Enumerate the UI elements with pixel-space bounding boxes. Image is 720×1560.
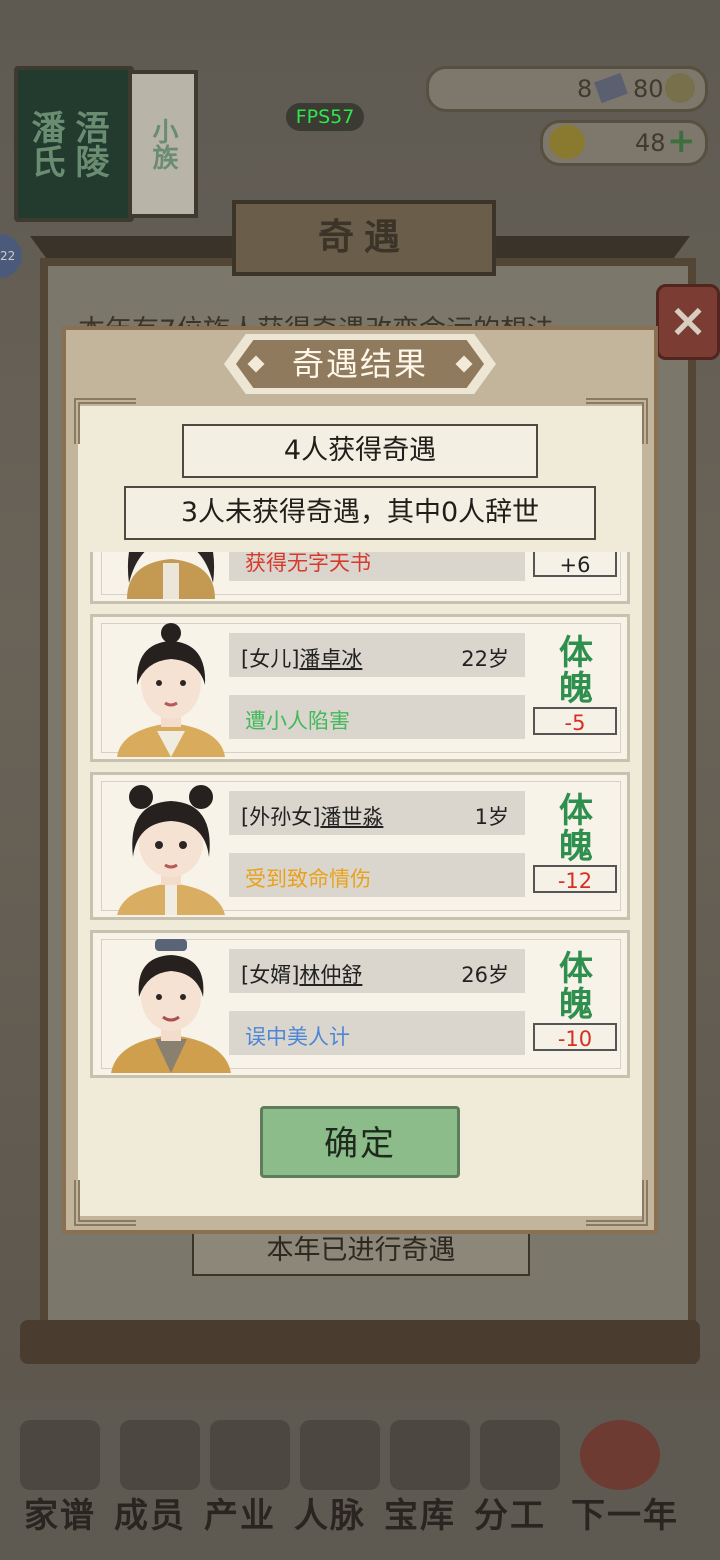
division-icon [480,1420,560,1490]
next-year-icon [580,1420,660,1490]
corner-ornament-tr [586,398,648,444]
stat-delta: -5 [533,707,617,735]
treasury-icon [390,1420,470,1490]
stat-label: 体魄 [559,633,593,709]
member-portrait [117,785,225,915]
close-button[interactable]: × [656,284,720,360]
silver-icon [594,72,628,104]
event-text: 获得无字天书 [245,552,371,575]
member-portrait [111,939,231,1073]
network-icon [300,1420,380,1490]
fps-counter: FPS57 [286,103,364,131]
coin-icon [665,73,695,103]
corner-ornament-tl [74,398,136,444]
coin-small-count: 8 [577,75,593,103]
nav-network[interactable]: 人脉 [280,1488,380,1537]
confirm-button[interactable]: 确定 [260,1106,460,1178]
stat-label: 体魄 [559,949,593,1025]
event-text: 遭小人陷害 [245,709,350,733]
name-label[interactable]: 潘卓冰 [299,647,362,671]
corner-ornament-bl [74,1180,136,1226]
result-card: [女儿]潘卓冰 22岁 遭小人陷害 体魄 -5 [90,614,630,762]
result-title: 奇遇结果 [291,345,428,383]
clan-rank-banner: 小族 [128,70,198,218]
age-label: 22岁 [461,647,509,671]
age-label: 26岁 [461,963,509,987]
name-label[interactable]: 林仲舒 [299,963,362,987]
nav-division[interactable]: 分工 [460,1488,560,1537]
banner-text-left: 浯陵 [69,110,109,178]
name-label[interactable]: 潘世淼 [320,805,383,829]
result-card: [女婿]林仲舒 26岁 误中美人计 体魄 -10 [90,930,630,1078]
relation-label: [女儿] [241,647,300,671]
not-gained-summary: 3人未获得奇遇，其中0人辞世 [124,486,596,540]
members-icon [120,1420,200,1490]
result-list[interactable]: 获得无字天书 +6 [女儿]潘卓冰 22岁 遭小人陷害 体魄 -5 [外孙女]潘… [86,552,634,1086]
result-card: 获得无字天书 +6 [90,552,630,604]
stat-delta: +6 [533,552,617,577]
stat-delta: -10 [533,1023,617,1051]
banner-text-mid: 潘氏 [25,110,65,178]
gold-count: 48 [635,129,666,157]
member-name[interactable]: [女婿]林仲舒 [241,959,362,989]
industry-icon [210,1420,290,1490]
currency-bar: 8 80 [426,66,708,112]
clan-banner: 浯陵 潘氏 [14,66,134,222]
nav-industry[interactable]: 产业 [190,1488,290,1537]
relation-label: [女婿] [241,963,300,987]
result-card: [外孙女]潘世淼 1岁 受到致命情伤 体魄 -12 [90,772,630,920]
gold-ingot-icon [549,125,585,159]
age-label: 1岁 [474,805,509,829]
member-name[interactable]: [外孙女]潘世淼 [241,801,383,831]
nav-members[interactable]: 成员 [100,1488,200,1537]
nav-next-year[interactable]: 下一年 [560,1488,690,1537]
stat-label: 体魄 [559,791,593,867]
relation-label: [外孙女] [241,805,321,829]
gold-bar[interactable]: 48 + [540,120,708,166]
event-text: 误中美人计 [245,1025,350,1049]
member-name[interactable]: [女儿]潘卓冰 [241,643,362,673]
genealogy-icon [20,1420,100,1490]
member-portrait [127,552,215,599]
window-title: 奇遇 [232,200,496,276]
coin-big-count: 80 [633,75,664,103]
member-portrait [117,623,225,757]
event-text: 受到致命情伤 [245,867,371,891]
nav-genealogy[interactable]: 家谱 [10,1488,110,1537]
banner-text-right: 小族 [148,118,178,170]
gained-summary: 4人获得奇遇 [182,424,538,478]
nav-treasury[interactable]: 宝库 [370,1488,470,1537]
stat-delta: -12 [533,865,617,893]
add-icon[interactable]: + [667,121,696,161]
scroll-bottom-rod [20,1320,700,1364]
corner-ornament-br [586,1180,648,1226]
